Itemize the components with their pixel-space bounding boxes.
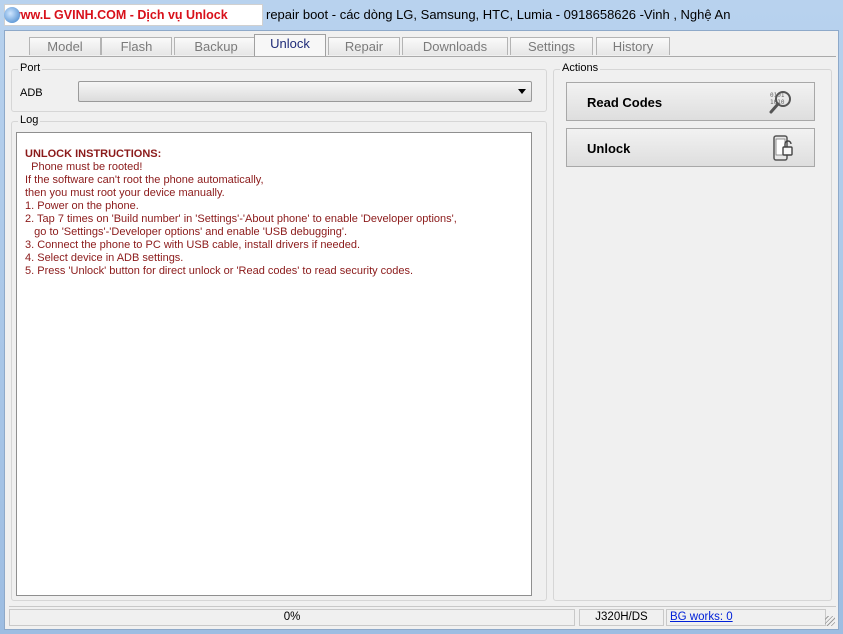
log-heading: UNLOCK INSTRUCTIONS: [25,148,162,160]
bg-works-link[interactable]: BG works: 0 [670,611,733,623]
tab-repair[interactable]: Repair [328,37,400,55]
progress-text: 0% [283,611,301,623]
log-line: If the software can't root the phone aut… [25,174,264,186]
app-window: www.L GVINH.COM - Dịch vụ Unlock repair … [0,0,843,634]
tab-label: Downloads [422,39,488,54]
log-line: 4. Select device in ADB settings. [25,252,184,264]
tab-label: Flash [120,39,153,54]
tab-history[interactable]: History [596,37,670,55]
phone-unlock-icon [773,135,793,161]
status-bar: 0% J320H/DS BG works: 0 [9,606,836,627]
model-text: J320H/DS [595,611,648,623]
title-bar: www.L GVINH.COM - Dịch vụ Unlock repair … [0,0,843,30]
log-line: 5. Press 'Unlock' button for direct unlo… [25,265,414,277]
tab-flash[interactable]: Flash [101,37,172,55]
magnifier-binary-icon: 0101 1010 [769,91,791,114]
app-icon [4,7,20,23]
tab-label: Backup [194,39,238,54]
log-textbox[interactable]: UNLOCK INSTRUCTIONS: Phone must be roote… [16,132,532,596]
actions-group: Actions Read Codes 0101 1010 Unlock [553,62,832,601]
log-line: 2. Tap 7 times on 'Build number' in 'Set… [25,213,457,225]
unlock-button[interactable]: Unlock [566,128,815,167]
log-line: 3. Connect the phone to PC with USB cabl… [25,239,361,251]
client-area: Model Flash Backup Unlock Repair Downloa… [4,30,839,630]
log-group-label: Log [18,114,41,126]
adb-label: ADB [20,87,43,99]
model-status: J320H/DS [579,609,664,626]
actions-group-label: Actions [560,62,601,74]
tab-label: Unlock [270,36,310,51]
port-group-label: Port [18,62,43,74]
log-line: Phone must be rooted! [25,161,143,173]
progress-bar: 0% [9,609,575,626]
port-group: Port ADB [11,62,547,112]
log-line: 1. Power on the phone. [25,200,139,212]
tab-unlock[interactable]: Unlock [254,34,326,56]
tab-label: Repair [344,39,384,54]
title-highlight-box: www.L GVINH.COM - Dịch vụ Unlock [4,4,263,26]
tab-settings[interactable]: Settings [510,37,593,55]
chevron-down-icon[interactable] [518,89,526,94]
title-highlight-text: www.L GVINH.COM - Dịch vụ Unlock [11,8,228,22]
tab-strip: Model Flash Backup Unlock Repair Downloa… [9,34,836,57]
log-line: go to 'Settings'-'Developer options' and… [25,226,348,238]
tab-backup[interactable]: Backup [174,37,258,55]
tab-downloads[interactable]: Downloads [402,37,508,55]
read-codes-label: Read Codes [587,95,663,110]
read-codes-button[interactable]: Read Codes 0101 1010 [566,82,815,121]
log-group: Log UNLOCK INSTRUCTIONS: Phone must be r… [11,114,547,601]
tab-model[interactable]: Model [29,37,101,55]
tab-label: Settings [528,39,575,54]
tab-label: History [612,39,654,54]
adb-port-select[interactable] [78,81,532,102]
bg-works-status: BG works: 0 [666,609,826,626]
unlock-label: Unlock [587,141,631,156]
resize-grip-icon[interactable] [825,616,835,626]
window-title: repair boot - các dòng LG, Samsung, HTC,… [266,7,731,22]
tab-label: Model [47,39,83,54]
log-line: then you must root your device manually. [25,187,225,199]
